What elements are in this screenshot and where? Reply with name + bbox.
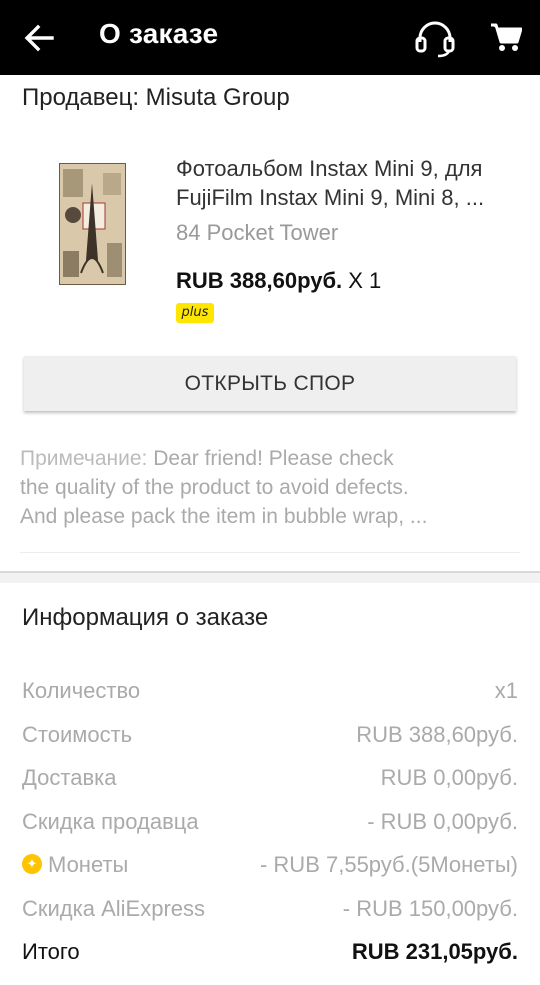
product-price-line: RUB 388,60руб. X 1 [176, 268, 381, 294]
order-info-title: Информация о заказе [22, 604, 269, 631]
row-value: RUB 388,60руб. [356, 721, 518, 747]
arrow-left-icon[interactable] [22, 22, 56, 54]
open-dispute-button[interactable]: ОТКРЫТЬ СПОР [24, 356, 516, 411]
cart-icon[interactable] [490, 22, 522, 52]
coin-icon [22, 854, 42, 874]
order-row-cost: Стоимость RUB 388,60руб. [22, 714, 518, 758]
seller-note: Примечание: Dear friend! Please check th… [20, 444, 520, 531]
order-row-coins: Монеты - RUB 7,55руб.(5Монеты) [22, 844, 518, 888]
product-thumbnail[interactable] [59, 163, 126, 285]
total-value: RUB 231,05руб. [351, 939, 518, 964]
row-label: Стоимость [22, 721, 133, 747]
section-separator [0, 571, 540, 583]
row-label: Доставка [22, 765, 117, 790]
order-row-quantity: Количество x1 [22, 670, 518, 714]
total-label: Итого [22, 939, 80, 964]
seller-name[interactable]: Продавец: Misuta Group [22, 84, 290, 112]
plus-badge: plus [176, 303, 214, 323]
row-label: Количество [22, 678, 141, 703]
row-value: x1 [494, 678, 518, 703]
row-value: - RUB 0,00руб. [367, 808, 518, 834]
row-value: RUB 0,00руб. [380, 765, 518, 790]
product-variant: 84 Pocket Tower [176, 220, 339, 245]
order-row-seller-discount: Скидка продавца - RUB 0,00руб. [22, 801, 518, 845]
product-quantity: X 1 [342, 268, 382, 293]
note-text-2: the quality of the product to avoid defe… [20, 476, 409, 499]
order-row-aliexpress-discount: Скидка AliExpress - RUB 150,00руб. [22, 888, 518, 932]
row-label-with-icon: Монеты [22, 852, 128, 878]
note-line-1: Примечание: Dear friend! Please check [20, 444, 520, 473]
divider [20, 552, 520, 553]
note-text-1: Dear friend! Please check [153, 447, 394, 470]
top-bar: О заказе [0, 0, 540, 75]
row-value: - RUB 7,55руб.(5Монеты) [259, 852, 518, 877]
row-label: Скидка AliExpress [22, 895, 206, 921]
page-title: О заказе [99, 18, 219, 49]
order-info-list: Количество x1 Стоимость RUB 388,60руб. Д… [22, 670, 518, 975]
product-title-line-2: FujiFilm Instax Mini 9, Mini 8, ... [176, 185, 485, 210]
product-price: RUB 388,60руб. [176, 268, 343, 293]
row-label: Монеты [48, 852, 129, 877]
row-value: - RUB 150,00руб. [342, 895, 518, 921]
order-row-total: Итого RUB 231,05руб. [22, 931, 518, 975]
note-label: Примечание: [20, 447, 154, 470]
order-row-shipping: Доставка RUB 0,00руб. [22, 757, 518, 801]
note-text-3: And please pack the item in bubble wrap,… [20, 505, 428, 528]
product-title[interactable]: Фотоальбом Instax Mini 9, для FujiFilm I… [176, 154, 521, 212]
product-title-line-1: Фотоальбом Instax Mini 9, для [176, 156, 483, 181]
row-label: Скидка продавца [22, 808, 199, 834]
headset-icon[interactable] [414, 18, 456, 58]
